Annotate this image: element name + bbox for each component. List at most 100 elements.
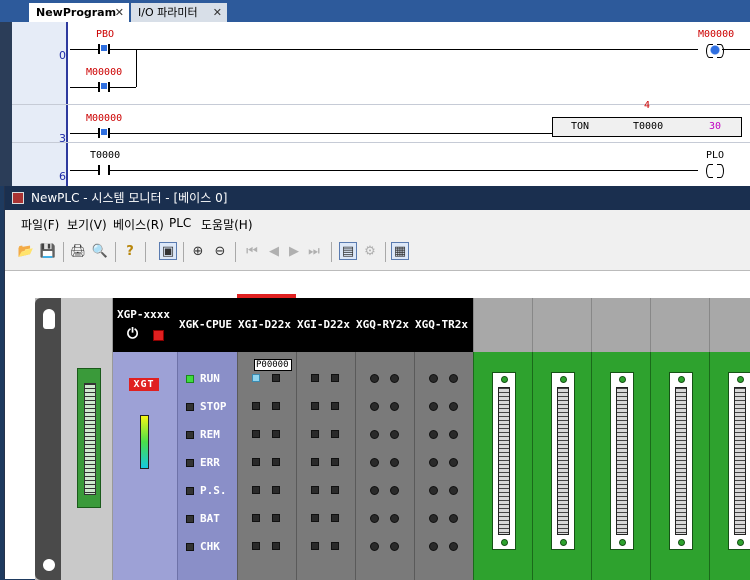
io-point-indicator <box>429 374 438 383</box>
toolbar-separator <box>235 242 236 262</box>
empty-slot-header[interactable] <box>709 298 750 352</box>
module-settings-icon[interactable]: ⚙ <box>361 242 379 260</box>
io-point-indicator <box>252 458 260 466</box>
empty-slot[interactable] <box>591 352 650 580</box>
io-module-3-body[interactable] <box>355 352 414 580</box>
base-rack-view[interactable]: XGP-xxxx ⏻ XGT XGK-CPUE RUN STOP REM ERR… <box>5 270 750 580</box>
io-point-indicator <box>370 458 379 467</box>
close-icon[interactable]: ✕ <box>213 3 222 22</box>
io-point-indicator <box>331 514 339 522</box>
empty-slot-header[interactable] <box>591 298 650 352</box>
contact-label: T0000 <box>90 150 121 161</box>
cpu-gradient-indicator <box>140 415 149 469</box>
tab-newprogram[interactable]: NewProgram ✕ <box>29 3 129 22</box>
menu-plc[interactable]: PLC <box>169 216 191 230</box>
io-point-indicator <box>331 486 339 494</box>
io-point-indicator <box>272 542 280 550</box>
io-module-4-body[interactable] <box>414 352 473 580</box>
empty-slot-header[interactable] <box>473 298 532 352</box>
print-preview-icon[interactable]: 🔍 <box>91 242 109 260</box>
io-module-3-header[interactable]: XGQ-RY2x <box>355 298 414 352</box>
menu-bar: 파일(F) 보기(V) 베이스(R) PLC 도움말(H) <box>5 213 750 235</box>
xgk-cpue-module-header[interactable]: XGK-CPUE <box>177 298 237 352</box>
zoom-in-icon[interactable]: ⊕ <box>189 242 207 260</box>
io-point-indicator <box>311 486 319 494</box>
empty-slot[interactable] <box>650 352 709 580</box>
empty-slot-header[interactable] <box>650 298 709 352</box>
previous-page-icon[interactable]: ◀ <box>265 242 283 260</box>
menu-view[interactable]: 보기(V) <box>67 216 107 233</box>
led-indicator-icon <box>186 487 194 495</box>
contact-m00000[interactable] <box>98 128 110 138</box>
io-point-indicator <box>252 374 260 382</box>
save-icon[interactable]: 💾 <box>39 242 57 260</box>
zoom-out-icon[interactable]: ⊖ <box>211 242 229 260</box>
led-label: CHK <box>200 540 220 553</box>
coil-m00000[interactable] <box>706 44 724 58</box>
empty-slot[interactable] <box>709 352 750 580</box>
io-point-indicator <box>370 542 379 551</box>
cpu-module-header[interactable]: XGP-xxxx ⏻ <box>113 298 177 352</box>
xgk-cpue-module-body[interactable]: RUN STOP REM ERR P.S. BAT CHK <box>177 352 237 580</box>
empty-slot[interactable] <box>473 352 532 580</box>
system-view-icon[interactable]: ▦ <box>391 242 409 260</box>
tab-io-parameter[interactable]: I/O 파라미터 ✕ <box>131 3 227 22</box>
empty-slot-header[interactable] <box>532 298 591 352</box>
io-point-indicator <box>370 374 379 383</box>
empty-slot[interactable] <box>532 352 591 580</box>
io-point-indicator <box>272 374 280 382</box>
coil-plo[interactable] <box>706 164 724 178</box>
io-point-indicator <box>390 542 399 551</box>
io-point-indicator <box>370 430 379 439</box>
cpu-module-body[interactable]: XGT <box>113 352 177 580</box>
rung-number: 0 <box>59 49 66 62</box>
menu-help[interactable]: 도움말(H) <box>201 216 253 233</box>
led-indicator-icon <box>186 403 194 411</box>
io-module-4-header[interactable]: XGQ-TR2x <box>414 298 473 352</box>
io-module-1-body[interactable]: P00000 <box>237 352 296 580</box>
io-module-1-header[interactable]: XGI-D22x <box>237 298 296 352</box>
io-module-2-header[interactable]: XGI-D22x <box>296 298 355 352</box>
led-indicator-icon <box>186 431 194 439</box>
monitor-icon[interactable]: ▣ <box>159 242 177 260</box>
io-point-indicator <box>390 458 399 467</box>
io-point-indicator <box>370 486 379 495</box>
branch-wire <box>136 49 137 87</box>
toolbar-separator <box>183 242 184 262</box>
io-module-2-body[interactable] <box>296 352 355 580</box>
menu-file[interactable]: 파일(F) <box>21 216 59 233</box>
menu-base[interactable]: 베이스(R) <box>113 216 164 233</box>
next-page-icon[interactable]: ▶ <box>285 242 303 260</box>
io-point-indicator <box>449 458 458 467</box>
slot-connector-icon <box>551 372 575 550</box>
open-icon[interactable]: 📂 <box>17 242 35 260</box>
module-info-icon[interactable]: ▤ <box>339 242 357 260</box>
ton-timer-block[interactable]: TON T0000 30 <box>552 117 742 137</box>
ladder-diagram[interactable]: 0 3 6 PBO M00000 M00000 4 M00000 TON T00… <box>12 22 750 186</box>
contact-m00000-seal[interactable] <box>98 82 110 92</box>
io-module-2-name: XGI-D22x <box>297 318 350 331</box>
contact-pbo[interactable] <box>98 44 110 54</box>
io-point-indicator <box>331 458 339 466</box>
xgk-cpue-module-name: XGK-CPUE <box>179 318 232 331</box>
rung-separator <box>12 142 750 143</box>
document-tab-strip: NewProgram ✕ I/O 파라미터 ✕ <box>0 0 750 22</box>
stop-indicator-icon <box>153 330 164 341</box>
io-module-3-name: XGQ-RY2x <box>356 318 409 331</box>
window-title-bar[interactable]: NewPLC - 시스템 모니터 - [베이스 0] <box>5 186 750 210</box>
io-point-indicator <box>311 542 319 550</box>
print-icon[interactable]: 🖨 <box>69 242 87 260</box>
close-icon[interactable]: ✕ <box>115 3 124 22</box>
contact-t0000[interactable] <box>98 165 110 175</box>
ton-timer-address: T0000 <box>633 121 664 132</box>
tab-label: NewProgram <box>36 6 117 19</box>
led-ps: P.S. <box>186 484 227 497</box>
io-point-indicator <box>272 402 280 410</box>
io-module-1-name: XGI-D22x <box>238 318 291 331</box>
led-chk: CHK <box>186 540 220 553</box>
last-page-icon[interactable]: ⏭ <box>305 242 323 260</box>
help-icon[interactable]: ? <box>121 242 139 260</box>
cpu-module-name: XGP-xxxx <box>117 308 170 321</box>
first-page-icon[interactable]: ⏮ <box>243 242 261 260</box>
io-point-indicator <box>429 542 438 551</box>
